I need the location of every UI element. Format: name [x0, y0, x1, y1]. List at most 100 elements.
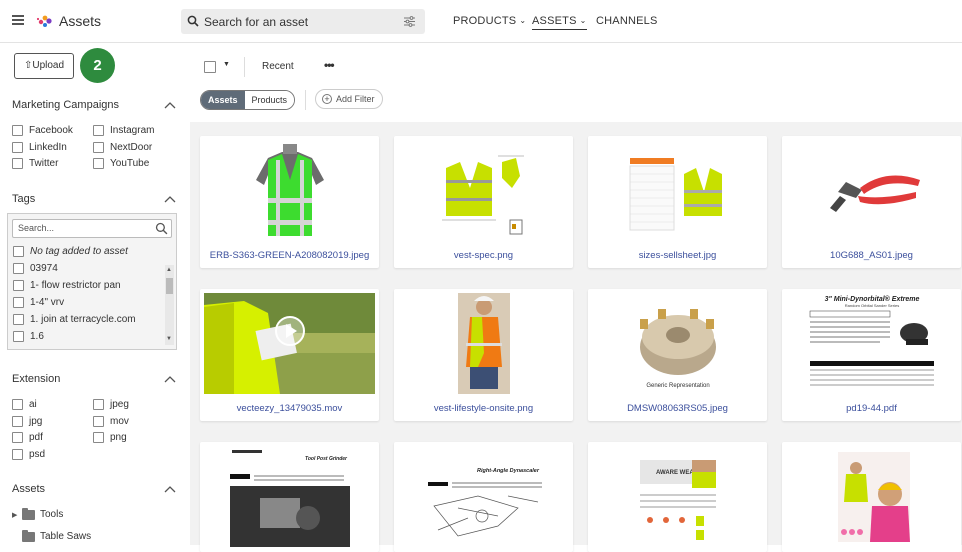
collapse-chevron-icon[interactable]	[164, 195, 176, 203]
scroll-up-icon[interactable]: ▲	[166, 267, 172, 273]
tag-item[interactable]: 1-4" vrv	[13, 297, 64, 308]
asset-thumbnail[interactable]	[204, 293, 375, 394]
scroll-down-icon[interactable]: ▼	[166, 336, 172, 342]
asset-thumbnail[interactable]: 3" Mini-Dynorbital® Extreme Random Orbit…	[786, 293, 957, 394]
tag-scrollbar[interactable]: ▲ ▼	[165, 265, 174, 345]
asset-filename[interactable]: vest-lifestyle-onsite.png	[394, 403, 573, 414]
asset-filename[interactable]: vecteezy_13479035.mov	[200, 403, 379, 414]
collapse-chevron-icon[interactable]	[164, 375, 176, 383]
checkbox-youtube[interactable]: YouTube	[93, 158, 149, 169]
scroll-thumb[interactable]	[166, 278, 173, 294]
asset-filename[interactable]: ERB-S363-GREEN-A208082019.jpeg	[200, 250, 379, 261]
asset-card[interactable]: vest-spec.png	[394, 136, 573, 268]
plus-icon: +	[322, 94, 332, 104]
sort-recent-button[interactable]: Recent	[262, 61, 294, 72]
asset-filename[interactable]: DMSW08063RS05.jpeg	[588, 403, 767, 414]
folder-icon	[22, 529, 35, 542]
asset-card[interactable]: Right-Angle Dynascaler	[394, 442, 573, 552]
thumbnail-subtitle: Random Orbital Sander Series	[845, 303, 899, 308]
checkbox-ext-jpeg[interactable]: jpeg	[93, 399, 129, 410]
search-bar[interactable]: Search for an asset	[181, 9, 425, 34]
asset-card[interactable]: sizes-sellsheet.jpg	[588, 136, 767, 268]
thumbnail-title: 3" Mini-Dynorbital® Extreme	[825, 295, 920, 303]
asset-card[interactable]: 10G688_AS01.jpeg	[782, 136, 961, 268]
tree-item-tools[interactable]: ▶ Tools	[12, 507, 63, 520]
asset-card[interactable]: vecteezy_13479035.mov	[200, 289, 379, 421]
search-icon	[155, 222, 168, 235]
folder-icon	[22, 507, 35, 520]
app-logo-icon	[36, 15, 52, 27]
checkbox-instagram[interactable]: Instagram	[93, 125, 154, 136]
asset-card[interactable]: ERB-S363-GREEN-A208082019.jpeg	[200, 136, 379, 268]
asset-card[interactable]: 3" Mini-Dynorbital® Extreme Random Orbit…	[782, 289, 961, 421]
divider	[244, 57, 245, 77]
asset-thumbnail[interactable]: Generic Representation	[592, 293, 763, 394]
asset-card[interactable]: Tool Post Grinder	[200, 442, 379, 552]
asset-card[interactable]: AWARE WEAR	[588, 442, 767, 552]
tree-item-table-saws[interactable]: Table Saws	[12, 529, 91, 542]
collapse-chevron-icon[interactable]	[164, 101, 176, 109]
notification-badge[interactable]: 2	[80, 48, 115, 83]
chevron-down-icon: ⌄	[519, 16, 527, 25]
asset-thumbnail[interactable]	[592, 140, 763, 241]
asset-thumbnail[interactable]	[204, 140, 375, 241]
checkbox-ext-mov[interactable]: mov	[93, 416, 129, 427]
expand-arrow-icon[interactable]: ▶	[12, 511, 22, 519]
top-bar: Assets Search for an asset PRODUCTS ⌄ ASS…	[0, 0, 962, 43]
nav-assets[interactable]: ASSETS ⌄	[532, 15, 587, 30]
collapse-chevron-icon[interactable]	[164, 485, 176, 493]
nav-products[interactable]: PRODUCTS ⌄	[453, 15, 526, 27]
asset-card[interactable]: Generic Representation DMSW08063RS05.jpe…	[588, 289, 767, 421]
search-icon	[187, 15, 199, 27]
checkbox-nextdoor[interactable]: NextDoor	[93, 142, 152, 153]
thumbnail-title: Right-Angle Dynascaler	[477, 468, 540, 474]
select-menu-chevron-icon[interactable]: ▼	[223, 61, 230, 68]
asset-thumbnail[interactable]: Tool Post Grinder	[204, 446, 375, 547]
tab-assets[interactable]: Assets	[201, 91, 245, 109]
asset-filename[interactable]: vest-spec.png	[394, 250, 573, 261]
tag-item[interactable]: 03974	[13, 263, 58, 274]
add-filter-button[interactable]: + Add Filter	[315, 89, 383, 109]
asset-filename[interactable]: pd19-44.pdf	[782, 403, 961, 414]
marketing-campaigns-title: Marketing Campaigns	[12, 99, 119, 111]
chevron-down-icon: ⌄	[579, 16, 587, 25]
asset-thumbnail[interactable]: Right-Angle Dynascaler	[398, 446, 569, 547]
asset-card[interactable]: vest-lifestyle-onsite.png	[394, 289, 573, 421]
asset-thumbnail[interactable]	[786, 446, 957, 547]
asset-grid: ERB-S363-GREEN-A208082019.jpeg vest-spec…	[190, 122, 962, 552]
checkbox-ext-jpg[interactable]: jpg	[12, 416, 42, 427]
filter-settings-icon[interactable]	[404, 16, 415, 27]
asset-thumbnail[interactable]	[398, 140, 569, 241]
asset-thumbnail[interactable]	[398, 293, 569, 394]
checkbox-twitter[interactable]: Twitter	[12, 158, 58, 169]
asset-filename[interactable]: sizes-sellsheet.jpg	[588, 250, 767, 261]
more-options-icon[interactable]: •••	[324, 58, 335, 72]
nav-channels[interactable]: CHANNELS	[596, 15, 658, 27]
checkbox-ext-pdf[interactable]: pdf	[12, 432, 43, 443]
menu-icon[interactable]	[12, 15, 24, 25]
app-title: Assets	[59, 13, 102, 29]
tags-panel: Search... No tag added to asset 03974 1-…	[7, 213, 177, 350]
tag-search-input[interactable]: Search...	[12, 219, 172, 238]
tag-item[interactable]: 1. join at terracycle.com	[13, 314, 136, 325]
upload-button[interactable]: ⇧Upload	[14, 53, 74, 79]
divider	[305, 90, 306, 110]
asset-thumbnail[interactable]	[786, 140, 957, 241]
tag-item[interactable]: 1- flow restrictor pan	[13, 280, 121, 291]
checkbox-ext-png[interactable]: png	[93, 432, 127, 443]
asset-card[interactable]	[782, 442, 961, 552]
checkbox-ext-ai[interactable]: ai	[12, 399, 37, 410]
tag-item[interactable]: 1.6	[13, 331, 44, 342]
search-input[interactable]: Search for an asset	[204, 15, 308, 29]
view-toggle: Assets Products	[200, 90, 296, 110]
filter-sidebar: ⇧Upload 2 Marketing Campaigns Facebook I…	[0, 43, 190, 545]
checkbox-facebook[interactable]: Facebook	[12, 125, 73, 136]
tab-products[interactable]: Products	[244, 91, 295, 109]
select-all-checkbox[interactable]	[204, 61, 216, 73]
assets-tree-title: Assets	[12, 483, 46, 495]
asset-thumbnail[interactable]: AWARE WEAR	[592, 446, 763, 547]
asset-filename[interactable]: 10G688_AS01.jpeg	[782, 250, 961, 261]
checkbox-linkedin[interactable]: LinkedIn	[12, 142, 67, 153]
checkbox-ext-psd[interactable]: psd	[12, 449, 45, 460]
tag-item[interactable]: No tag added to asset	[13, 246, 128, 257]
